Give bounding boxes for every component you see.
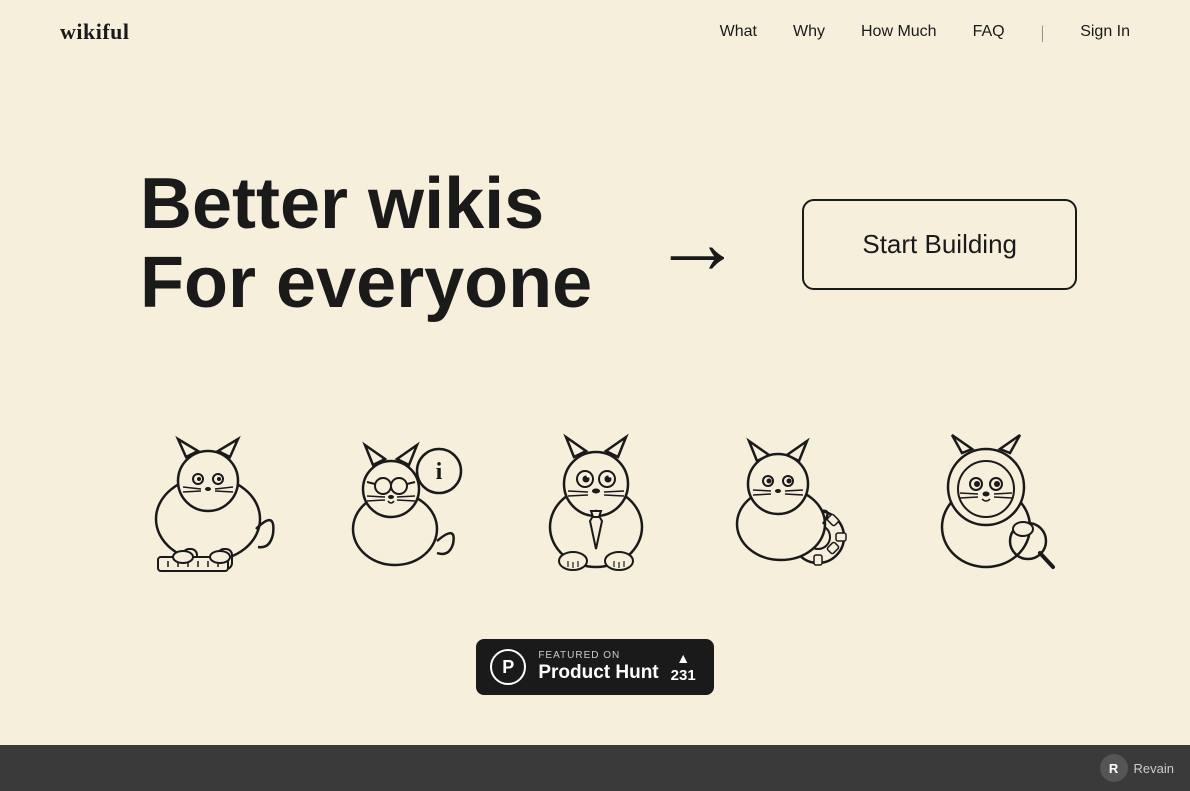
ph-upvote-arrow: ▲ [676,651,690,665]
hero-text: Better wikis For everyone [140,165,592,323]
cta-area: Start Building [802,199,1077,290]
ph-product-name: Product Hunt [538,662,658,684]
ph-vote-count: 231 [671,667,696,684]
nav-divider: | [1041,22,1045,42]
nav-why[interactable]: Why [793,23,825,40]
cat-magnify [893,424,1078,579]
logo[interactable]: wikiful [60,19,130,45]
revain-label: Revain [1134,761,1174,776]
ph-featured-label: FEATURED ON [538,650,658,661]
hero-headline: Better wikis For everyone [140,165,592,323]
cat-tie [503,424,688,579]
product-hunt-badge[interactable]: P FEATURED ON Product Hunt ▲ 231 [476,639,713,695]
nav-faq[interactable]: FAQ [973,23,1005,40]
nav-what[interactable]: What [720,23,757,40]
ph-votes-block: ▲ 231 [671,651,696,684]
ph-p-icon: P [490,649,526,685]
cat-info: i [308,424,493,579]
nav-signin[interactable]: Sign In [1080,23,1130,40]
revain-watermark: R Revain [1100,754,1174,782]
hero-section: Better wikis For everyone → Start Buildi… [0,64,1190,404]
navbar: wikiful What Why How Much FAQ | Sign In [0,0,1190,64]
revain-icon: R [1100,754,1128,782]
footer-bar: R Revain [0,745,1190,791]
cat-settings [698,424,883,579]
svg-text:i: i [435,459,442,485]
cats-row: i [0,404,1190,619]
nav-how-much[interactable]: How Much [861,23,937,40]
ph-text-block: FEATURED ON Product Hunt [538,650,658,684]
cat-keyboard [113,424,298,579]
start-building-button[interactable]: Start Building [802,199,1077,290]
badge-area: P FEATURED ON Product Hunt ▲ 231 [0,619,1190,745]
arrow-icon: → [652,199,742,289]
